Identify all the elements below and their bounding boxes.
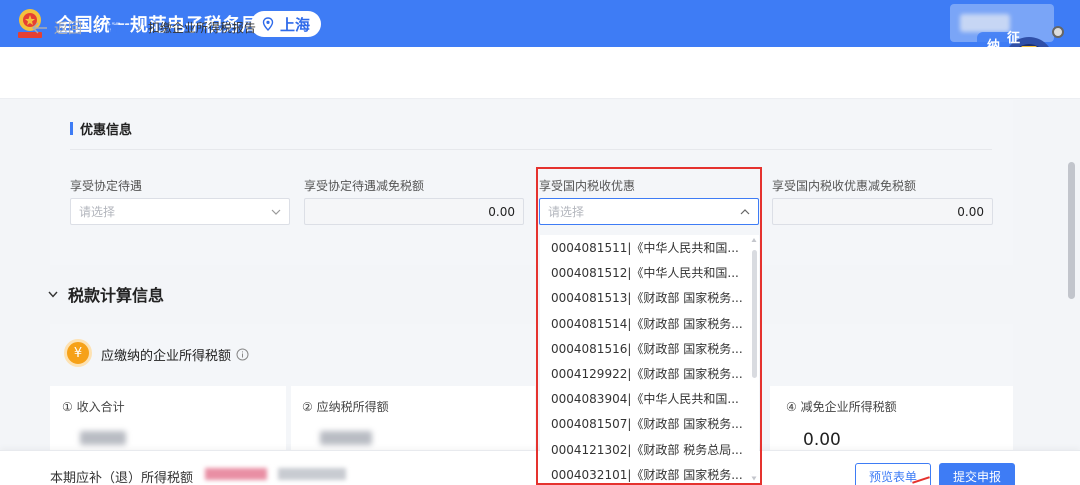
breadcrumb-bar	[0, 47, 1080, 99]
back-label: 返回	[54, 21, 82, 37]
domestic-reduction-field: 0.00	[772, 198, 993, 225]
reduction-value: 0.00	[803, 430, 841, 450]
treaty-benefit-select[interactable]: 请选择	[70, 198, 290, 225]
refund-tax-label: 本期应补（退）所得税额	[50, 471, 194, 485]
section-accent-bar	[70, 122, 73, 135]
region-label: 上海	[280, 15, 311, 34]
arrow-left-icon	[32, 22, 47, 34]
section-divider	[70, 149, 992, 150]
taxable-income-value-blurred	[320, 431, 372, 445]
chevron-right-icon: ›	[137, 20, 142, 35]
reduction-label: ④ 减免企业所得税额	[786, 400, 897, 414]
back-button[interactable]: 返回	[32, 18, 82, 38]
yuan-coin-icon: ¥	[64, 339, 92, 367]
location-pin-icon	[262, 17, 274, 31]
payable-tax-heading: 应缴纳的企业所得税额	[101, 345, 249, 364]
treaty-benefit-placeholder: 请选择	[79, 205, 116, 219]
submit-declaration-button[interactable]: 提交申报	[939, 463, 1015, 485]
taxable-income-label: ② 应纳税所得额	[302, 400, 389, 414]
income-total-value-blurred	[80, 431, 126, 445]
preferential-title-text: 优惠信息	[80, 123, 133, 138]
refund-tax-extra-blurred	[278, 468, 346, 480]
treaty-benefit-label: 享受协定待遇	[70, 179, 143, 193]
tax-calc-section-header[interactable]: 税款计算信息	[48, 282, 164, 306]
divider	[96, 19, 97, 33]
page-scrollbar-thumb[interactable]	[1068, 162, 1075, 299]
breadcrumb: 首页 › 扣缴企业所得税报告	[107, 19, 256, 36]
payable-tax-title: 应缴纳的企业所得税额	[101, 349, 232, 364]
region-selector[interactable]: 上海	[251, 11, 321, 37]
preview-form-button[interactable]: 预览表单	[855, 463, 931, 485]
breadcrumb-home-link[interactable]: 首页	[107, 19, 131, 36]
breadcrumb-current: 扣缴企业所得税报告	[147, 21, 256, 35]
chevron-down-icon	[271, 209, 281, 215]
assistant-char-0: 征	[1007, 30, 1020, 46]
chevron-down-icon	[48, 291, 58, 298]
red-highlight-box	[536, 167, 762, 485]
preferential-section-title: 优惠信息	[70, 119, 132, 138]
tax-calc-title: 税款计算信息	[68, 286, 165, 305]
info-icon[interactable]	[236, 348, 249, 361]
income-total-label: ① 收入合计	[62, 400, 125, 414]
refund-tax-value-blurred	[205, 468, 267, 480]
treaty-reduction-field: 0.00	[304, 198, 524, 225]
domestic-reduction-label: 享受国内税收优惠减免税额	[772, 179, 917, 193]
treaty-reduction-label: 享受协定待遇减免税额	[304, 179, 425, 193]
